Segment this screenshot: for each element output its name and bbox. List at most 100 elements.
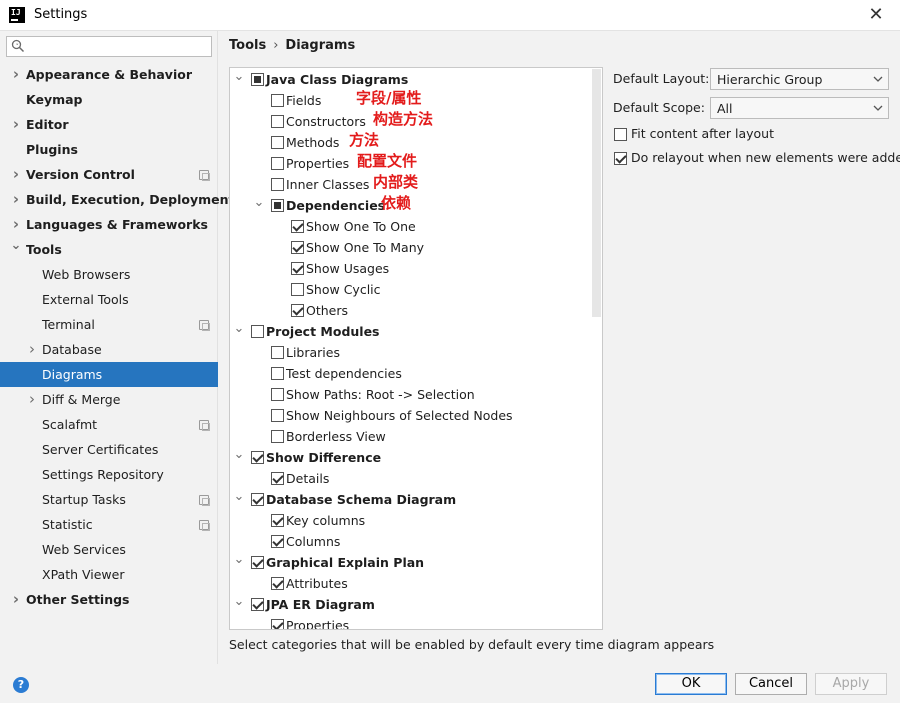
sidebar-item[interactable]: › Version Control — [0, 162, 218, 187]
close-icon[interactable]: ✕ — [866, 5, 886, 25]
chevron-right-icon[interactable]: › — [26, 387, 38, 412]
category-checkbox[interactable] — [291, 241, 304, 254]
sidebar-item[interactable]: › Other Settings — [0, 587, 218, 612]
tree-row[interactable]: Attributes — [230, 573, 590, 594]
relayout-checkbox[interactable] — [614, 152, 627, 165]
chevron-down-icon[interactable]: ⌄ — [233, 321, 245, 336]
sidebar-item[interactable]: Settings Repository — [0, 462, 218, 487]
sidebar-item[interactable]: XPath Viewer — [0, 562, 218, 587]
chevron-down-icon[interactable]: ⌄ — [233, 594, 245, 609]
category-checkbox[interactable] — [271, 199, 284, 212]
ok-button[interactable]: OK — [655, 673, 727, 695]
category-checkbox[interactable] — [251, 598, 264, 611]
chevron-down-icon[interactable]: ⌄ — [233, 552, 245, 567]
tree-row[interactable]: Show One To One — [230, 216, 590, 237]
search-input[interactable] — [31, 38, 207, 55]
tree-scrollbar[interactable] — [592, 69, 601, 317]
sidebar-item[interactable]: Server Certificates — [0, 437, 218, 462]
tree-row[interactable]: ⌄ Dependencies 依赖 — [230, 194, 590, 216]
tree-row[interactable]: ⌄ JPA ER Diagram — [230, 594, 590, 615]
default-layout-combo[interactable]: Hierarchic Group — [710, 68, 889, 90]
tree-row[interactable]: Borderless View — [230, 426, 590, 447]
sidebar-item[interactable]: › Appearance & Behavior — [0, 62, 218, 87]
sidebar-item[interactable]: Keymap — [0, 87, 218, 112]
sidebar-item[interactable]: Statistic — [0, 512, 218, 537]
category-checkbox[interactable] — [251, 325, 264, 338]
tree-row[interactable]: Details — [230, 468, 590, 489]
category-checkbox[interactable] — [271, 430, 284, 443]
sidebar-item[interactable]: Startup Tasks — [0, 487, 218, 512]
category-checkbox[interactable] — [271, 157, 284, 170]
tree-row[interactable]: Key columns — [230, 510, 590, 531]
category-checkbox[interactable] — [271, 346, 284, 359]
tree-row[interactable]: ⌄ Java Class Diagrams — [230, 69, 590, 90]
category-checkbox[interactable] — [291, 283, 304, 296]
category-checkbox[interactable] — [271, 388, 284, 401]
tree-row[interactable]: Libraries — [230, 342, 590, 363]
category-checkbox[interactable] — [271, 136, 284, 149]
tree-row[interactable]: Fields 字段/属性 — [230, 89, 590, 111]
category-checkbox[interactable] — [251, 493, 264, 506]
tree-row[interactable]: Show One To Many — [230, 237, 590, 258]
sidebar-item[interactable]: Terminal — [0, 312, 218, 337]
sidebar-item[interactable]: Scalafmt — [0, 412, 218, 437]
chevron-down-icon[interactable]: ⌄ — [253, 195, 265, 210]
apply-button[interactable]: Apply — [815, 673, 887, 695]
category-checkbox[interactable] — [271, 514, 284, 527]
sidebar-item[interactable]: External Tools — [0, 287, 218, 312]
tree-row[interactable]: Show Paths: Root -> Selection — [230, 384, 590, 405]
sidebar-item[interactable]: › Database — [0, 337, 218, 362]
help-icon[interactable]: ? — [13, 677, 29, 693]
category-checkbox[interactable] — [271, 367, 284, 380]
tree-row[interactable]: Test dependencies — [230, 363, 590, 384]
category-checkbox[interactable] — [291, 262, 304, 275]
settings-search-box[interactable] — [6, 36, 212, 57]
chevron-right-icon[interactable]: › — [26, 337, 38, 362]
category-checkbox[interactable] — [251, 451, 264, 464]
chevron-right-icon[interactable]: › — [10, 112, 22, 137]
tree-row[interactable]: Properties — [230, 615, 590, 629]
category-checkbox[interactable] — [271, 178, 284, 191]
sidebar-item[interactable]: ⌄ Tools — [0, 237, 218, 262]
sidebar-item[interactable]: Web Services — [0, 537, 218, 562]
category-checkbox[interactable] — [271, 115, 284, 128]
tree-row[interactable]: Show Usages — [230, 258, 590, 279]
tree-row[interactable]: Inner Classes 内部类 — [230, 173, 590, 195]
chevron-right-icon[interactable]: › — [10, 62, 22, 87]
fit-content-checkbox[interactable] — [614, 128, 627, 141]
tree-row[interactable]: ⌄ Show Difference — [230, 447, 590, 468]
cancel-button[interactable]: Cancel — [735, 673, 807, 695]
tree-row[interactable]: ⌄ Database Schema Diagram — [230, 489, 590, 510]
sidebar-item[interactable]: › Languages & Frameworks — [0, 212, 218, 237]
tree-row[interactable]: Properties 配置文件 — [230, 152, 590, 174]
chevron-down-icon[interactable]: ⌄ — [233, 69, 245, 84]
tree-row[interactable]: ⌄ Graphical Explain Plan — [230, 552, 590, 573]
tree-row[interactable]: ⌄ Project Modules — [230, 321, 590, 342]
sidebar-item[interactable]: Plugins — [0, 137, 218, 162]
tree-row[interactable]: Constructors 构造方法 — [230, 110, 590, 132]
chevron-down-icon[interactable]: ⌄ — [233, 447, 245, 462]
chevron-right-icon[interactable]: › — [10, 212, 22, 237]
category-checkbox[interactable] — [291, 220, 304, 233]
default-scope-combo[interactable]: All — [710, 97, 889, 119]
sidebar-item[interactable]: › Diff & Merge — [0, 387, 218, 412]
category-checkbox[interactable] — [271, 472, 284, 485]
chevron-right-icon[interactable]: › — [10, 162, 22, 187]
category-checkbox[interactable] — [271, 619, 284, 629]
chevron-down-icon[interactable]: ⌄ — [10, 237, 22, 255]
tree-row[interactable]: Show Neighbours of Selected Nodes — [230, 405, 590, 426]
category-checkbox[interactable] — [271, 577, 284, 590]
category-checkbox[interactable] — [251, 73, 264, 86]
tree-row[interactable]: Others — [230, 300, 590, 321]
sidebar-item[interactable]: Diagrams — [0, 362, 218, 387]
chevron-right-icon[interactable]: › — [10, 187, 22, 212]
category-checkbox[interactable] — [271, 409, 284, 422]
chevron-down-icon[interactable]: ⌄ — [233, 489, 245, 504]
sidebar-item[interactable]: › Editor — [0, 112, 218, 137]
sidebar-item[interactable]: Web Browsers — [0, 262, 218, 287]
category-checkbox[interactable] — [291, 304, 304, 317]
category-checkbox[interactable] — [271, 94, 284, 107]
breadcrumb-parent[interactable]: Tools — [229, 38, 266, 53]
category-checkbox[interactable] — [271, 535, 284, 548]
category-checkbox[interactable] — [251, 556, 264, 569]
